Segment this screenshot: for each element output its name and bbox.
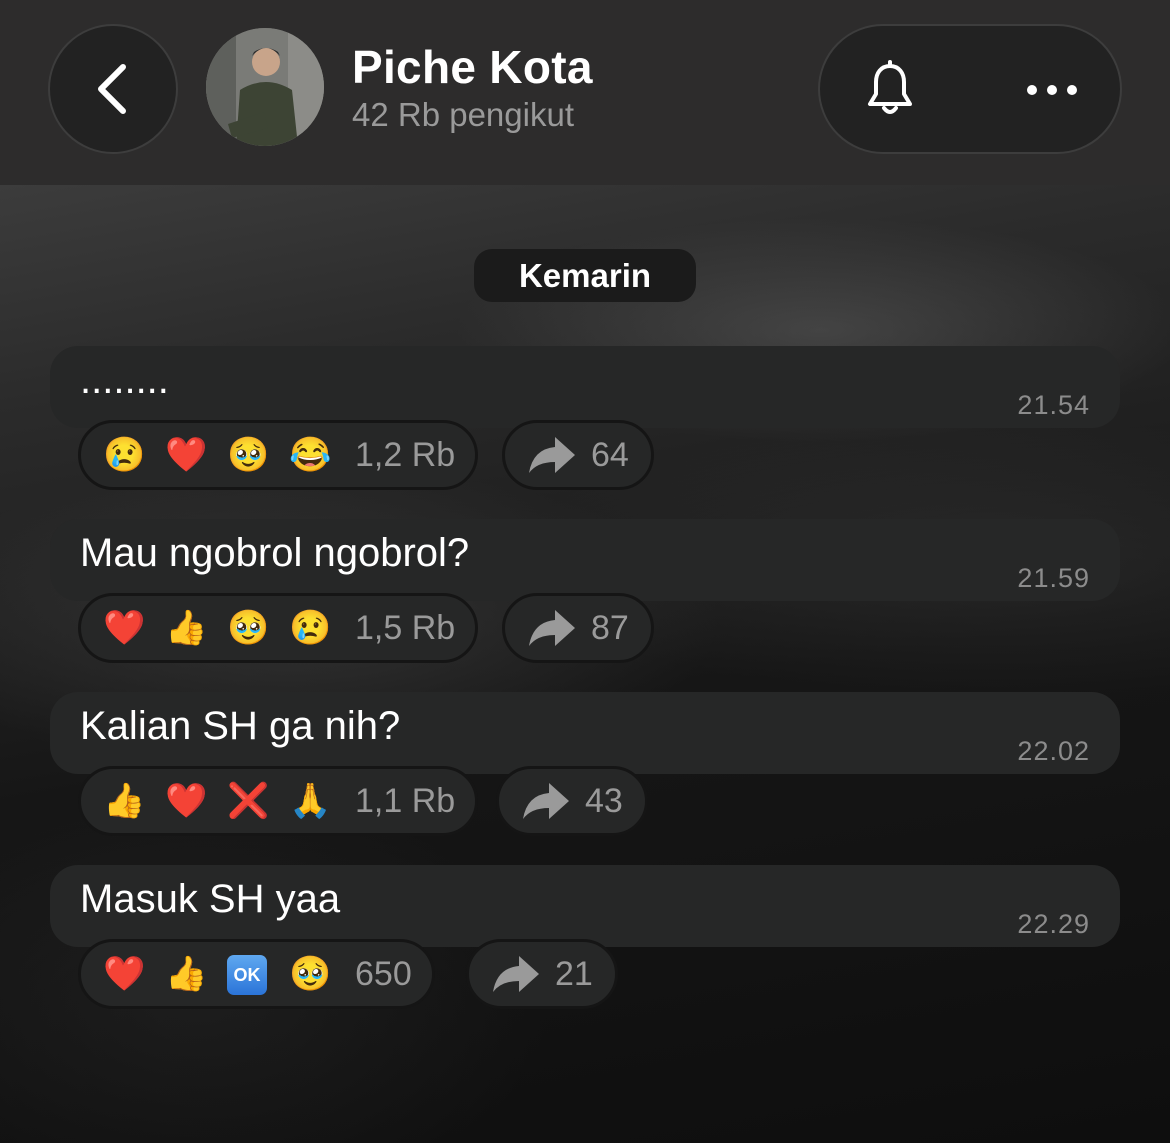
- holding-tears-emoji-icon: 🥹: [227, 436, 270, 474]
- forward-arrow-icon: [529, 610, 575, 646]
- cross-mark-emoji-icon: ❌: [227, 782, 270, 820]
- thumbs-up-emoji-icon: 👍: [165, 955, 208, 993]
- message-bubble[interactable]: Kalian SH ga nih? 22.02: [50, 692, 1120, 774]
- message-text: Mau ngobrol ngobrol?: [80, 531, 470, 575]
- ok-badge: OK: [227, 955, 267, 995]
- avatar[interactable]: [206, 28, 324, 146]
- ok-button-emoji-icon: OK: [227, 953, 289, 995]
- share-count: 43: [585, 781, 623, 820]
- header-actions: [818, 24, 1122, 154]
- channel-header: Piche Kota 42 Rb pengikut: [0, 0, 1170, 185]
- reactions-bar[interactable]: 😢 ❤️ 🥹 😂 1,2 Rb: [78, 420, 479, 490]
- back-button[interactable]: [48, 24, 178, 154]
- holding-tears-emoji-icon: 🥹: [227, 609, 270, 647]
- more-options-button[interactable]: [1024, 82, 1080, 103]
- share-count: 64: [591, 435, 629, 474]
- follower-count: 42 Rb pengikut: [352, 96, 574, 133]
- message-text: Kalian SH ga nih?: [80, 704, 401, 748]
- heart-emoji-icon: ❤️: [103, 955, 146, 993]
- message-time: 22.29: [1017, 909, 1090, 939]
- heart-emoji-icon: ❤️: [165, 436, 208, 474]
- folded-hands-emoji-icon: 🙏: [289, 782, 332, 820]
- message-text: Masuk SH yaa: [80, 877, 341, 921]
- share-button[interactable]: 43: [496, 766, 648, 836]
- reactions-bar[interactable]: 👍 ❤️ ❌ 🙏 1,1 Rb: [78, 766, 479, 836]
- message-time: 21.59: [1017, 563, 1090, 593]
- notification-button[interactable]: [860, 60, 920, 125]
- forward-arrow-icon: [493, 956, 539, 992]
- share-button[interactable]: 87: [502, 593, 654, 663]
- share-count: 21: [555, 954, 593, 993]
- message-time: 22.02: [1017, 736, 1090, 766]
- share-button[interactable]: 21: [466, 939, 618, 1009]
- thumbs-up-emoji-icon: 👍: [103, 782, 146, 820]
- reaction-count: 1,1 Rb: [355, 781, 456, 820]
- share-button[interactable]: 64: [502, 420, 654, 490]
- cry-emoji-icon: 😢: [289, 609, 332, 647]
- heart-emoji-icon: ❤️: [103, 609, 146, 647]
- forward-arrow-icon: [523, 783, 569, 819]
- chevron-left-icon: [98, 64, 126, 114]
- bell-icon: [868, 60, 912, 114]
- date-separator: Kemarin: [474, 249, 696, 302]
- message-text: ........: [80, 358, 169, 402]
- more-icon: [1027, 85, 1077, 95]
- reactions-bar[interactable]: ❤️ 👍 🥹 😢 1,5 Rb: [78, 593, 479, 663]
- holding-tears-emoji-icon: 🥹: [289, 955, 332, 993]
- heart-emoji-icon: ❤️: [165, 782, 208, 820]
- reaction-count: 1,5 Rb: [355, 608, 456, 647]
- message-bubble[interactable]: Masuk SH yaa 22.29: [50, 865, 1120, 947]
- channel-name[interactable]: Piche Kota: [352, 40, 593, 94]
- thumbs-up-emoji-icon: 👍: [165, 609, 208, 647]
- share-count: 87: [591, 608, 629, 647]
- avatar-photo: [206, 28, 324, 146]
- reaction-count: 1,2 Rb: [355, 435, 456, 474]
- reactions-bar[interactable]: ❤️ 👍 OK 🥹 650: [78, 939, 435, 1009]
- message-bubble[interactable]: ........ 21.54: [50, 346, 1120, 428]
- forward-arrow-icon: [529, 437, 575, 473]
- reaction-count: 650: [355, 954, 412, 993]
- cry-emoji-icon: 😢: [103, 436, 146, 474]
- message-time: 21.54: [1017, 390, 1090, 420]
- laughing-emoji-icon: 😂: [289, 436, 332, 474]
- message-bubble[interactable]: Mau ngobrol ngobrol? 21.59: [50, 519, 1120, 601]
